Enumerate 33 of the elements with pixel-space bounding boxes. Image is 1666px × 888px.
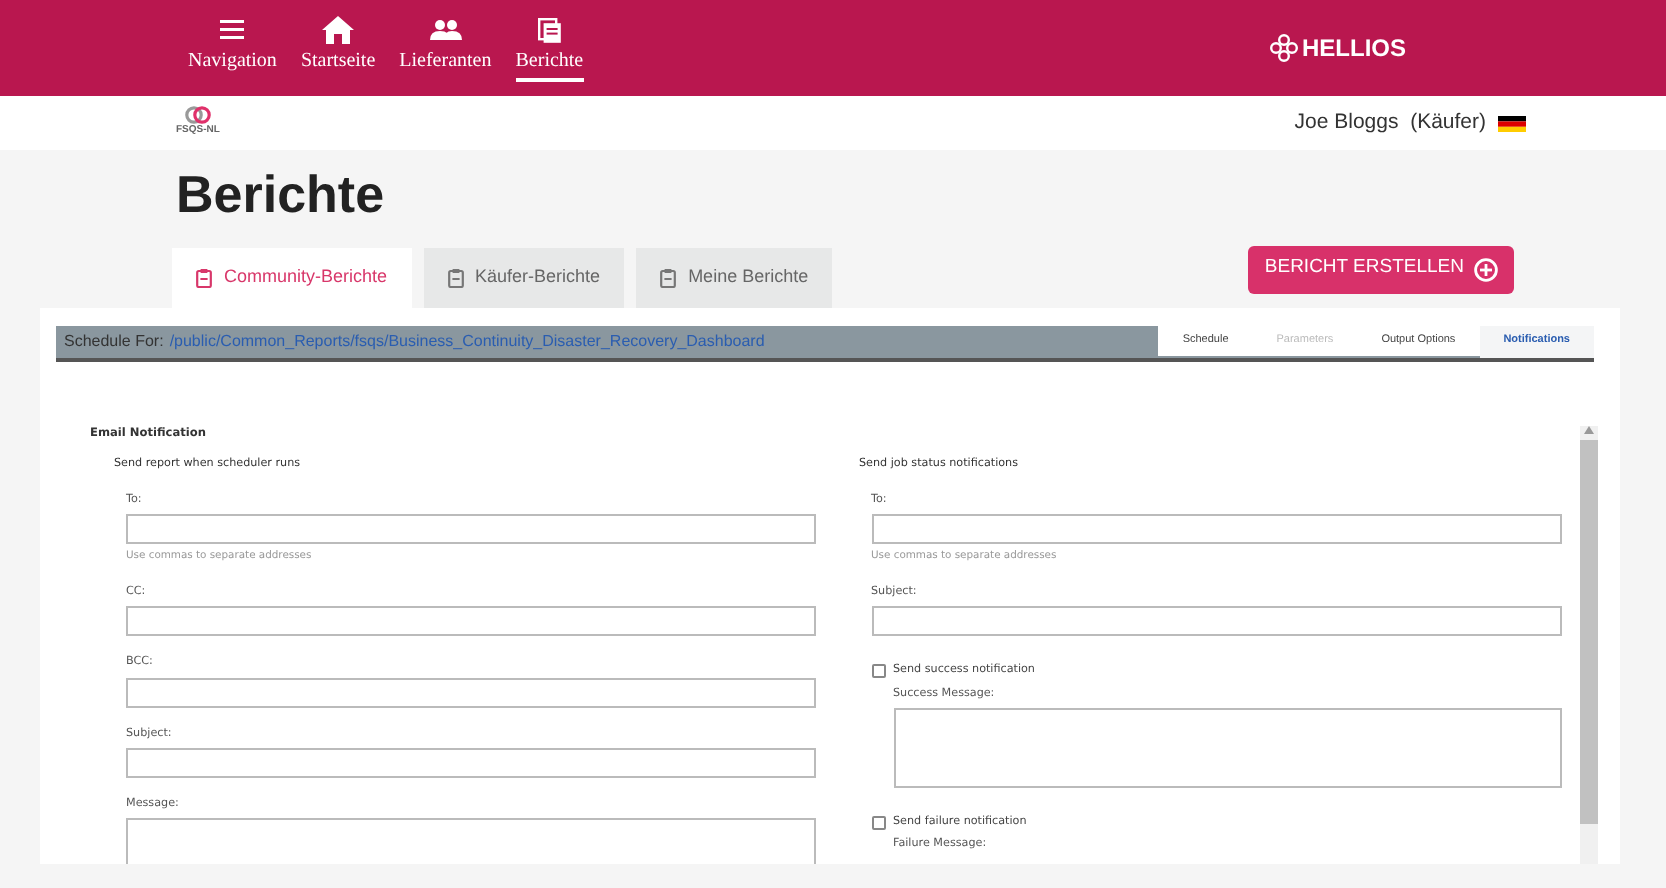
checkbox[interactable]: [871, 815, 885, 830]
schedule-label: Schedule For:: [64, 329, 164, 354]
documents-icon: [537, 17, 562, 43]
nav-item[interactable]: Startseite: [288, 14, 388, 82]
brand-name: HELLIOS: [1301, 32, 1406, 66]
input-field[interactable]: [126, 748, 816, 779]
home-icon: [322, 16, 355, 44]
people-icon: [429, 20, 462, 40]
nav-item[interactable]: Lieferanten: [387, 14, 504, 82]
clipboard-icon: [447, 267, 464, 288]
user-name: Joe Bloggs (Käufer): [1294, 107, 1486, 138]
report-tab[interactable]: Käufer-Berichte: [423, 247, 625, 308]
create-report-button[interactable]: BERICHT ERSTELLEN: [1248, 245, 1514, 294]
clipboard-icon: [196, 267, 212, 288]
plus-circle-icon: [1474, 257, 1498, 282]
input-field[interactable]: [871, 606, 1561, 637]
scroll-up-icon: [1584, 425, 1594, 434]
report-tab[interactable]: Community-Berichte: [172, 247, 412, 308]
rings-logo-icon: [183, 106, 212, 125]
report-tab[interactable]: Meine Berichte: [636, 247, 833, 308]
input-field[interactable]: [126, 514, 816, 545]
message-field[interactable]: [893, 708, 1561, 789]
input-field[interactable]: [126, 606, 816, 637]
checkbox[interactable]: [871, 663, 885, 678]
input-field[interactable]: [126, 677, 816, 708]
clipboard-icon: [660, 267, 677, 288]
brand-logo-icon: [1269, 34, 1298, 62]
nav-item[interactable]: Navigation: [176, 14, 289, 82]
input-field[interactable]: [871, 514, 1561, 545]
flag-icon: [1498, 115, 1526, 131]
page-title: Berichte: [176, 166, 387, 224]
menu-icon: [220, 20, 245, 40]
nav-item[interactable]: Berichte: [503, 14, 596, 82]
